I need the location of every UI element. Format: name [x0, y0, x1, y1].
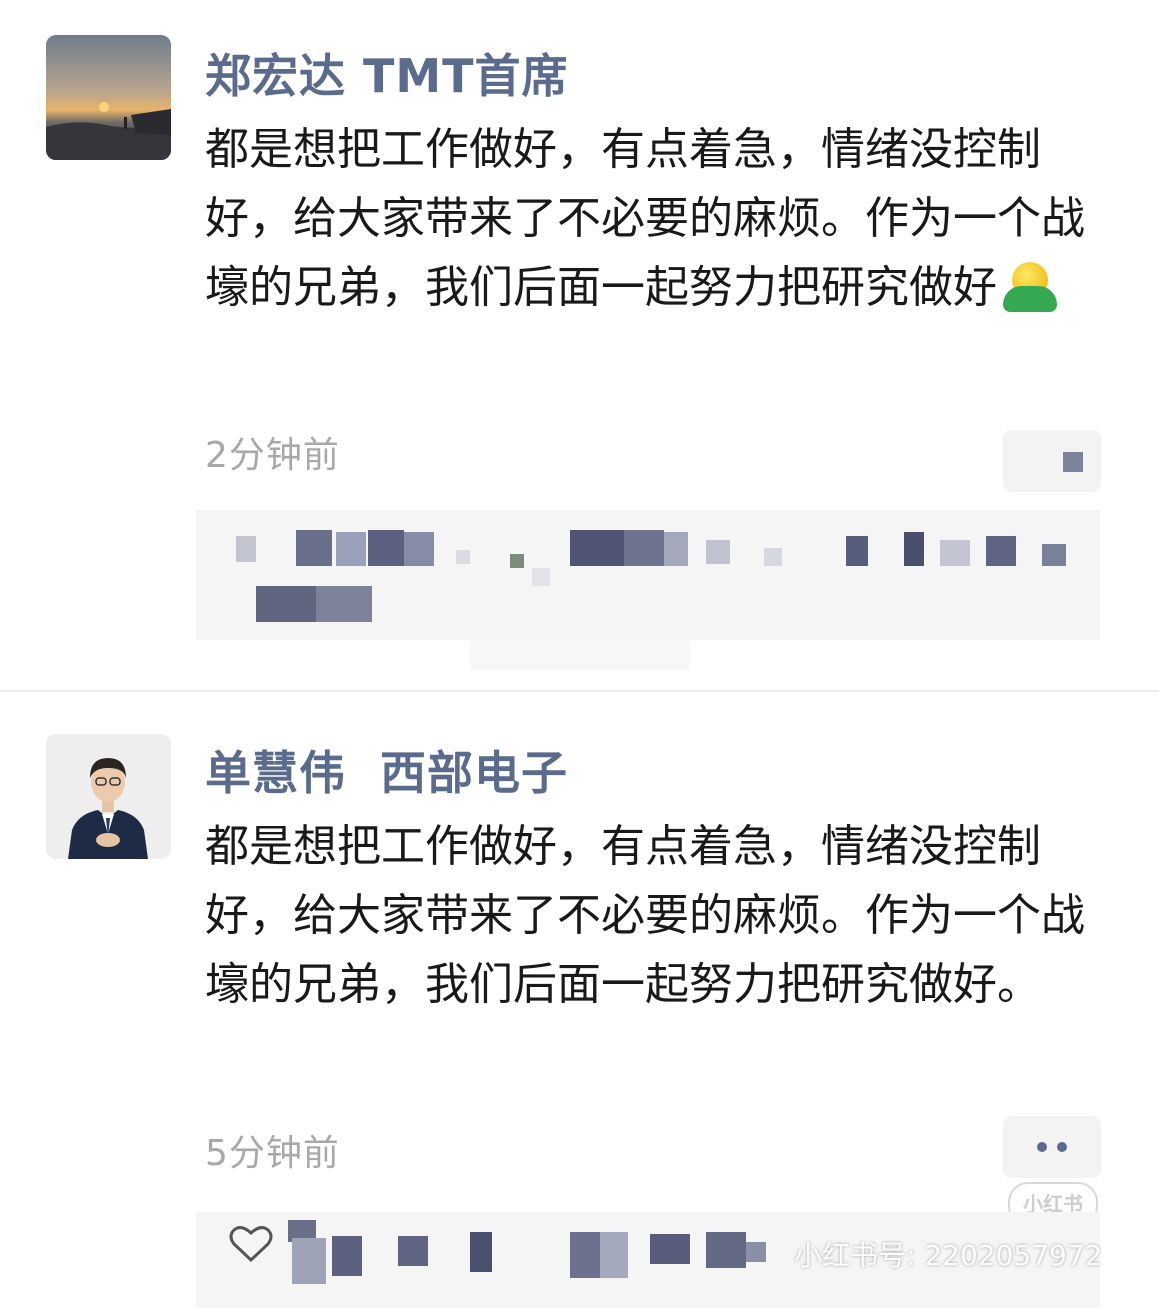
blur-block: [336, 532, 366, 566]
blur-block: [296, 530, 332, 566]
blur-block: [404, 532, 434, 566]
blur-block: [846, 536, 868, 566]
blur-block: [470, 640, 690, 670]
blur-block: [706, 540, 730, 564]
blur-block: [600, 1232, 628, 1278]
likes-area-obscured: 小红书号: 2202057972: [196, 1212, 1103, 1308]
blur-block: [368, 530, 404, 566]
blur-block: [470, 1232, 492, 1272]
more-options-button[interactable]: [1003, 430, 1101, 492]
blur-block: [292, 1238, 326, 1284]
blur-block: [532, 568, 550, 586]
author-name[interactable]: 郑宏达 TMT首席: [205, 40, 569, 106]
comment-text: 都是想把工作做好，有点着急，情绪没控制好，给大家带来了不必要的麻烦。作为一个战壕…: [205, 115, 1095, 322]
comment-2: 单慧伟 西部电子 都是想把工作做好，有点着急，情绪没控制好，给大家带来了不必要的…: [0, 692, 1159, 1308]
blur-block: [1042, 544, 1066, 566]
blur-block: [746, 1242, 766, 1262]
blur-block: [706, 1232, 746, 1268]
avatar-sunset[interactable]: [46, 35, 171, 160]
timestamp: 2分钟前: [205, 435, 340, 476]
blur-block: [664, 532, 688, 566]
blur-block: [624, 530, 664, 566]
blur-block: [940, 540, 970, 566]
blur-block: [650, 1234, 690, 1264]
comment-1: 郑宏达 TMT首席 都是想把工作做好，有点着急，情绪没控制好，给大家带来了不必要…: [0, 0, 1159, 690]
blur-block: [986, 536, 1016, 566]
comment-text-content: 都是想把工作做好，有点着急，情绪没控制好，给大家带来了不必要的麻烦。作为一个战壕…: [205, 124, 1085, 313]
pixelated-icon: [1063, 452, 1083, 472]
timestamp: 5分钟前: [205, 1133, 340, 1174]
blur-block: [332, 1236, 362, 1276]
more-options-button[interactable]: [1003, 1116, 1101, 1178]
author-name[interactable]: 单慧伟 西部电子: [205, 737, 568, 803]
blur-block: [256, 586, 316, 622]
blur-block: [904, 532, 924, 566]
blur-block: [316, 586, 372, 622]
avatar-portrait[interactable]: [46, 734, 171, 859]
watermark-id: 小红书号: 2202057972: [794, 1239, 1103, 1272]
blur-block: [764, 548, 782, 566]
blur-block: [570, 530, 624, 566]
blur-block: [510, 554, 524, 568]
dot-icon: [1057, 1142, 1067, 1152]
comment-text: 都是想把工作做好，有点着急，情绪没控制好，给大家带来了不必要的麻烦。作为一个战壕…: [205, 821, 1085, 1010]
blur-block: [456, 550, 470, 564]
likes-area-obscured: [196, 510, 1100, 640]
heart-icon[interactable]: [228, 1224, 274, 1268]
blur-block: [398, 1236, 428, 1266]
blur-block: [236, 536, 256, 562]
hug-emoji-icon: [999, 262, 1061, 312]
blur-block: [570, 1232, 600, 1278]
dot-icon: [1037, 1142, 1047, 1152]
